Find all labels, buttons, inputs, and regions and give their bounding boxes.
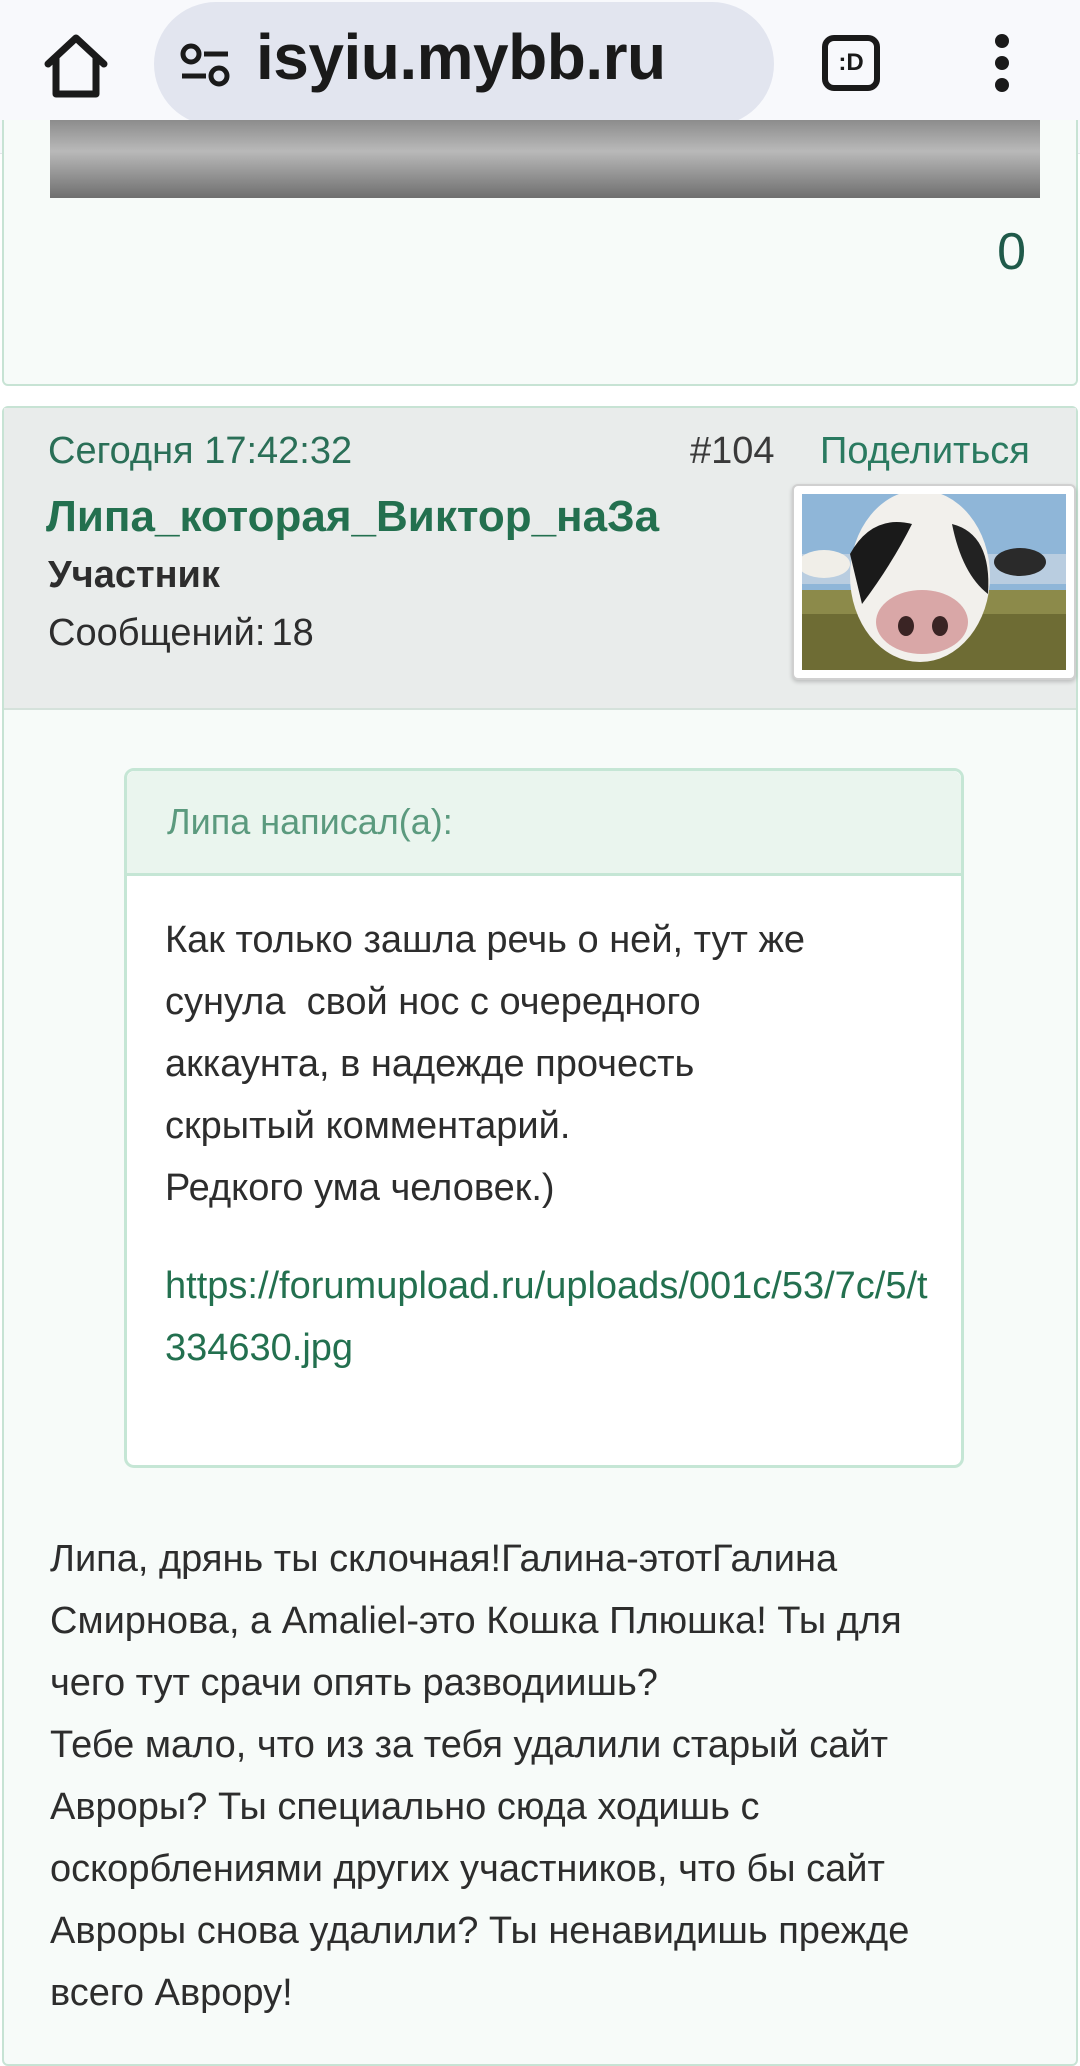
forum-post: Сегодня 17:42:32 #104 Поделиться Липа_ко… [2,406,1078,2066]
url-text[interactable]: isyiu.mybb.ru [256,20,666,94]
message-count: Сообщений: 18 [48,612,314,655]
quote-author: Липа написал(а): [167,801,453,842]
reputation-count: 0 [997,223,1026,281]
more-menu-icon[interactable] [980,34,1024,92]
author-role: Участник [48,554,220,596]
post-date[interactable]: Сегодня 17:42:32 [48,430,352,473]
quote-image-link[interactable]: https://forumupload.ru/uploads/001c/53/7… [165,1255,945,1379]
post-body: Липа, дрянь ты склочная!Галина-этотГалин… [50,1538,910,2014]
post-header: Сегодня 17:42:32 #104 Поделиться Липа_ко… [4,408,1076,710]
avatar [792,484,1076,680]
quote-box: Липа написал(а): Как только зашла речь о… [124,768,964,1468]
tab-switcher-button[interactable]: :D [822,35,880,91]
post-number: #104 [690,430,775,472]
site-settings-icon[interactable] [178,42,232,88]
address-bar[interactable]: isyiu.mybb.ru [154,2,774,126]
author-name[interactable]: Липа_которая_Виктор_наЗа [46,492,659,542]
quote-text: Как только зашла речь о ней, тут же суну… [165,919,806,1209]
message-count-value: 18 [271,612,314,654]
message-count-label: Сообщений: [48,612,266,654]
share-link[interactable]: Поделиться [820,430,1030,473]
previous-post: 0 [2,120,1078,386]
home-icon[interactable] [38,28,114,104]
post-image [50,120,1040,198]
